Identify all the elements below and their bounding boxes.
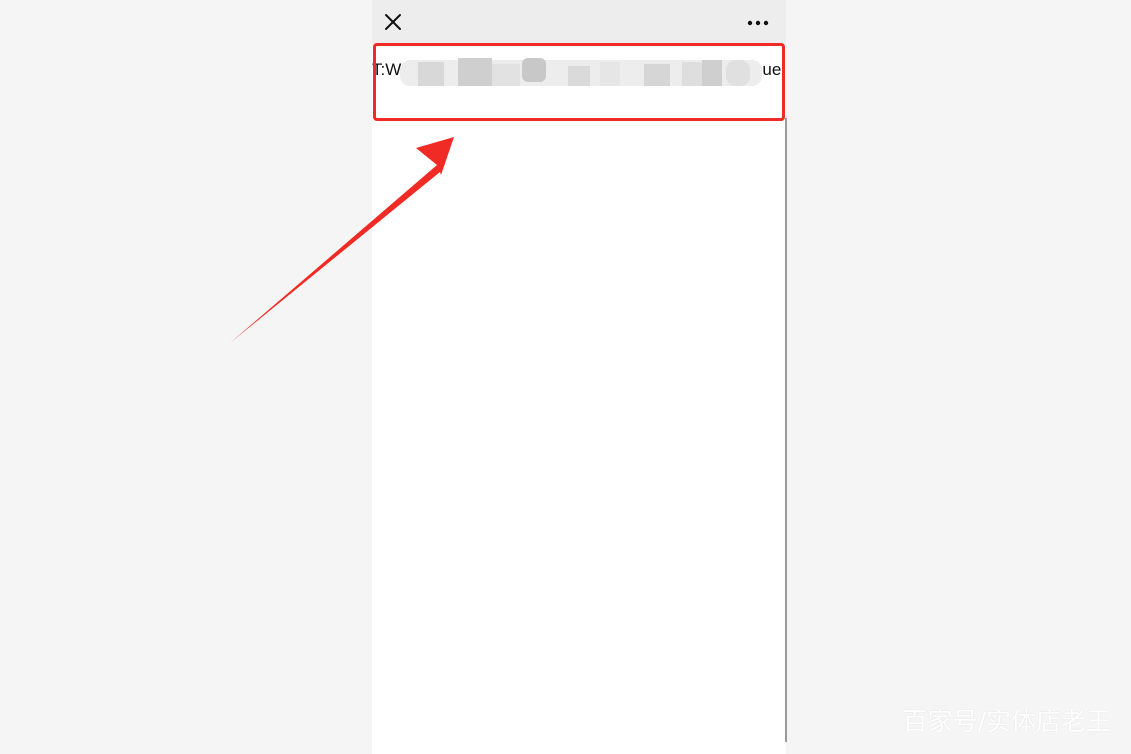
phone-edge-line — [785, 118, 787, 742]
more-horizontal-icon — [747, 20, 769, 26]
close-icon — [385, 14, 401, 30]
highlight-box — [373, 43, 785, 121]
close-button[interactable] — [382, 11, 404, 33]
watermark: 百家号/实体店老王 — [902, 707, 1111, 736]
webview-topbar — [372, 0, 786, 46]
more-options-button[interactable] — [744, 12, 772, 34]
screenshot-page: T:W ue: 百家号/实体店老王 — [0, 0, 1131, 754]
